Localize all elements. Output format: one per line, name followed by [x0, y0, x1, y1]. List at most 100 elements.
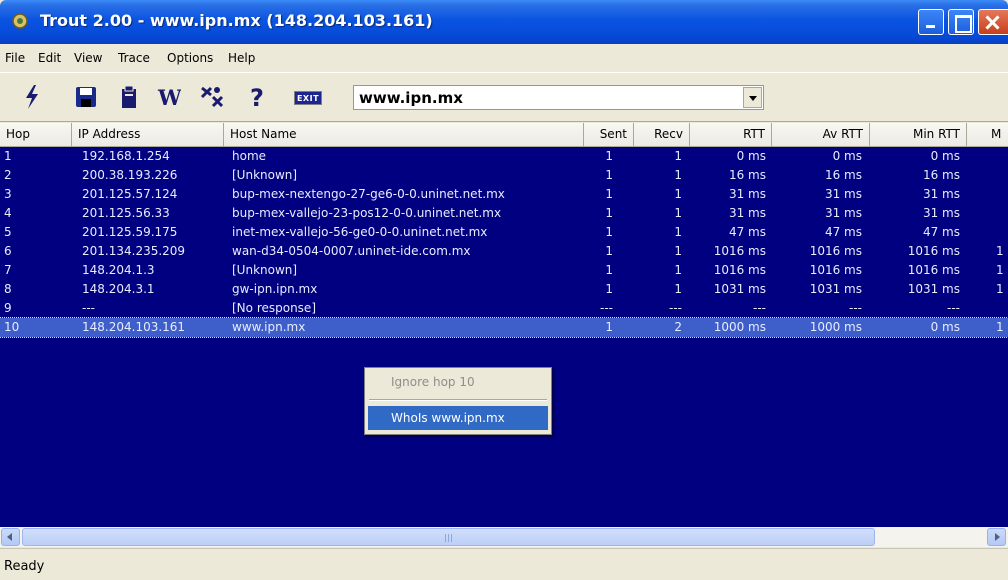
table-row[interactable]: 2 200.38.193.226 [Unknown] 1 1 16 ms 16 ms 16 m… — [0, 166, 1008, 185]
cell-max-rtt: 1 — [996, 282, 1004, 296]
table-row[interactable]: 9 --- [No response] --- --- --- --- --- — [0, 299, 1008, 318]
cell-sent: 1 — [605, 187, 613, 201]
cell-min-rtt: --- — [947, 301, 960, 315]
cell-hop: 3 — [4, 187, 12, 201]
cell-min-rtt: 47 ms — [922, 225, 960, 239]
settings-icon[interactable] — [198, 82, 226, 112]
cell-av-rtt: 1000 ms — [809, 320, 862, 334]
cell-host-name: [Unknown] — [232, 168, 298, 182]
status-bar: Ready — [0, 548, 1008, 580]
title-bar[interactable]: Trout 2.00 - www.ipn.mx (148.204.103.161… — [0, 0, 1008, 44]
hop-list[interactable]: 1 192.168.1.254 home 1 1 0 ms 0 ms 0 ms 2 200.38.… — [0, 147, 1008, 527]
cell-rtt: 16 ms — [728, 168, 766, 182]
save-disk-icon[interactable] — [72, 82, 100, 112]
cell-max-rtt: 1 — [996, 320, 1004, 334]
cell-ip-address: --- — [82, 301, 95, 315]
cell-host-name: gw-ipn.ipn.mx — [232, 282, 318, 296]
cell-ip-address: 148.204.103.161 — [82, 320, 186, 334]
menu-options[interactable]: Options — [167, 51, 213, 65]
whois-w-icon[interactable]: W — [155, 82, 183, 112]
cell-hop: 6 — [4, 244, 12, 258]
cell-rtt: 1000 ms — [713, 320, 766, 334]
cell-min-rtt: 1016 ms — [907, 244, 960, 258]
host-input-value[interactable]: www.ipn.mx — [359, 89, 463, 107]
column-header-recv[interactable]: Recv — [634, 123, 690, 147]
cell-recv: 2 — [674, 320, 682, 334]
cell-min-rtt: 0 ms — [930, 149, 960, 163]
clipboard-icon[interactable] — [115, 82, 143, 112]
table-row[interactable]: 1 192.168.1.254 home 1 1 0 ms 0 ms 0 ms — [0, 147, 1008, 166]
cell-av-rtt: 16 ms — [824, 168, 862, 182]
cell-rtt: 1016 ms — [713, 263, 766, 277]
table-row[interactable]: 7 148.204.1.3 [Unknown] 1 1 1016 ms 1016 ms 101… — [0, 261, 1008, 280]
cell-ip-address: 201.125.57.124 — [82, 187, 178, 201]
menu-item-whois[interactable]: WhoIs www.ipn.mx — [368, 406, 548, 430]
table-row-selected[interactable]: 10 148.204.103.161 www.ipn.mx 1 2 1000 ms 1000… — [0, 317, 1008, 338]
cell-hop: 5 — [4, 225, 12, 239]
cell-sent: --- — [600, 301, 613, 315]
table-row[interactable]: 4 201.125.56.33 bup-mex-vallejo-23-pos12-0… — [0, 204, 1008, 223]
cell-av-rtt: 1016 ms — [809, 244, 862, 258]
cell-min-rtt: 31 ms — [922, 206, 960, 220]
cell-host-name: bup-mex-nextengo-27-ge6-0-0.uninet.net.m… — [232, 187, 505, 201]
svg-text:?: ? — [250, 84, 264, 110]
cell-host-name: www.ipn.mx — [232, 320, 306, 334]
cell-hop: 9 — [4, 301, 12, 315]
close-button[interactable] — [978, 9, 1008, 35]
column-header-hop[interactable]: Hop — [0, 123, 72, 147]
context-menu: Ignore hop 10 WhoIs www.ipn.mx — [364, 367, 552, 435]
host-combobox[interactable]: www.ipn.mx — [353, 85, 764, 110]
scrollbar-thumb[interactable] — [22, 528, 875, 546]
horizontal-scrollbar[interactable] — [0, 527, 1008, 547]
menu-file[interactable]: File — [5, 51, 25, 65]
cell-rtt: 0 ms — [736, 149, 766, 163]
column-header-ip[interactable]: IP Address — [72, 123, 224, 147]
cell-sent: 1 — [605, 168, 613, 182]
cell-sent: 1 — [605, 282, 613, 296]
cell-recv: 1 — [674, 206, 682, 220]
cell-ip-address: 148.204.1.3 — [82, 263, 155, 277]
column-header-min-rtt[interactable]: Min RTT — [870, 123, 967, 147]
cell-sent: 1 — [605, 149, 613, 163]
cell-hop: 2 — [4, 168, 12, 182]
cell-rtt: 31 ms — [728, 206, 766, 220]
table-row[interactable]: 3 201.125.57.124 bup-mex-nextengo-27-ge6-0… — [0, 185, 1008, 204]
cell-rtt: 31 ms — [728, 187, 766, 201]
column-header-host[interactable]: Host Name — [224, 123, 584, 147]
help-question-icon[interactable]: ? — [245, 82, 273, 112]
cell-host-name: wan-d34-0504-0007.uninet-ide.com.mx — [232, 244, 471, 258]
scroll-left-arrow-icon[interactable] — [1, 528, 20, 546]
exit-button[interactable]: EXIT — [294, 91, 322, 105]
cell-recv: 1 — [674, 225, 682, 239]
menu-view[interactable]: View — [74, 51, 102, 65]
cell-ip-address: 200.38.193.226 — [82, 168, 178, 182]
column-header-max-rtt[interactable]: M — [967, 123, 1008, 147]
cell-min-rtt: 1016 ms — [907, 263, 960, 277]
start-trace-lightning-icon[interactable] — [18, 82, 46, 112]
menu-help[interactable]: Help — [228, 51, 255, 65]
table-row[interactable]: 5 201.125.59.175 inet-mex-vallejo-56-ge0-0… — [0, 223, 1008, 242]
cell-min-rtt: 1031 ms — [907, 282, 960, 296]
table-row[interactable]: 8 148.204.3.1 gw-ipn.ipn.mx 1 1 1031 ms 1031 m… — [0, 280, 1008, 299]
chevron-down-icon[interactable] — [743, 87, 762, 108]
column-header-rtt[interactable]: RTT — [690, 123, 772, 147]
minimize-button[interactable] — [918, 9, 944, 35]
scroll-right-arrow-icon[interactable] — [987, 528, 1006, 546]
column-header-av-rtt[interactable]: Av RTT — [772, 123, 870, 147]
cell-sent: 1 — [605, 320, 613, 334]
cell-hop: 7 — [4, 263, 12, 277]
cell-recv: --- — [669, 301, 682, 315]
cell-recv: 1 — [674, 168, 682, 182]
cell-ip-address: 201.134.235.209 — [82, 244, 186, 258]
menu-edit[interactable]: Edit — [38, 51, 61, 65]
cell-hop: 10 — [4, 320, 20, 334]
cell-av-rtt: 0 ms — [832, 149, 862, 163]
cell-recv: 1 — [674, 263, 682, 277]
column-header-sent[interactable]: Sent — [584, 123, 634, 147]
menu-trace[interactable]: Trace — [118, 51, 150, 65]
maximize-button[interactable] — [948, 9, 974, 35]
table-row[interactable]: 6 201.134.235.209 wan-d34-0504-0007.uninet… — [0, 242, 1008, 261]
cell-rtt: --- — [753, 301, 766, 315]
cell-ip-address: 201.125.59.175 — [82, 225, 178, 239]
cell-max-rtt: 1 — [996, 263, 1004, 277]
